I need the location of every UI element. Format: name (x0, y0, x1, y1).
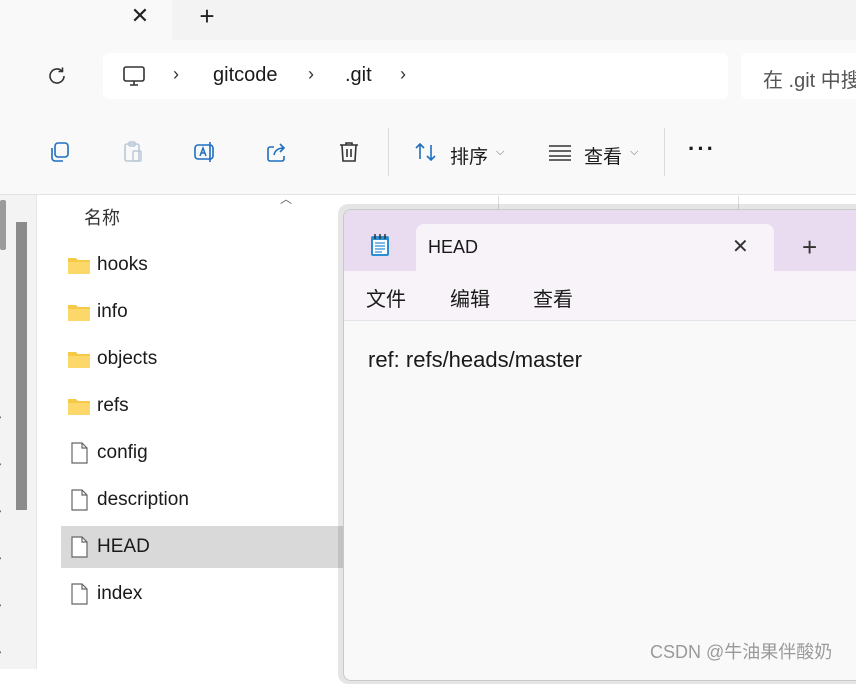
file-row[interactable]: index (61, 573, 351, 615)
sort-ascending-icon: ︿ (280, 192, 293, 206)
breadcrumb-chevron-icon[interactable]: › (173, 64, 179, 85)
notepad-window: HEAD ✕ + 文件 编辑 查看 ref: refs/heads/master (343, 209, 856, 681)
folder-icon (68, 305, 90, 321)
toolbar-divider (388, 128, 389, 176)
notepad-app-icon (371, 234, 389, 256)
rename-icon[interactable] (192, 139, 218, 165)
breadcrumb-git[interactable]: .git (345, 64, 372, 87)
notepad-text-area[interactable]: ref: refs/heads/master (368, 347, 582, 373)
view-button[interactable]: 查看 (584, 142, 622, 169)
paste-icon (124, 141, 142, 162)
column-header-name[interactable]: 名称 (84, 204, 120, 230)
nav-expand-icon[interactable]: › (0, 643, 2, 659)
nav-expand-icon[interactable]: › (0, 455, 2, 471)
breadcrumb-chevron-icon[interactable]: › (308, 64, 314, 85)
new-tab-icon[interactable]: + (194, 3, 220, 29)
folder-icon (68, 352, 90, 368)
address-bar[interactable] (103, 53, 728, 99)
file-name: config (97, 442, 148, 463)
content-scrollbar-thumb[interactable] (16, 222, 27, 510)
nav-expand-icon[interactable]: › (0, 408, 2, 424)
search-input[interactable]: 在 .git 中搜 (763, 64, 856, 93)
notepad-tab-title: HEAD (428, 237, 479, 257)
breadcrumb-chevron-icon[interactable]: › (400, 64, 406, 85)
file-name: HEAD (97, 536, 150, 557)
view-icon[interactable] (547, 139, 573, 165)
nav-expand-icon[interactable]: › (0, 502, 2, 518)
file-row[interactable]: objects (61, 338, 351, 380)
file-row[interactable]: info (61, 291, 351, 333)
menu-edit[interactable]: 编辑 (450, 283, 490, 312)
file-icon (71, 489, 88, 511)
folder-icon (68, 399, 90, 415)
file-icon (71, 583, 88, 605)
chevron-down-icon[interactable]: ⌵ (496, 146, 504, 159)
delete-icon[interactable] (336, 139, 362, 165)
notepad-menubar (344, 271, 856, 321)
file-row[interactable]: hooks (61, 244, 351, 286)
share-icon[interactable] (264, 139, 290, 165)
file-row[interactable]: refs (61, 385, 351, 427)
nav-scrollbar[interactable] (0, 200, 6, 250)
nav-expand-icon[interactable]: › (0, 549, 2, 565)
refresh-icon[interactable] (45, 64, 69, 88)
watermark: CSDN @牛油果伴酸奶 (650, 642, 833, 662)
nav-expand-icon[interactable]: › (0, 596, 2, 612)
file-name: description (97, 489, 189, 510)
file-row[interactable]: config (61, 432, 351, 474)
folder-icon (68, 258, 90, 274)
copy-icon[interactable] (47, 139, 73, 165)
file-name: objects (97, 348, 158, 369)
chevron-down-icon[interactable]: ⌵ (630, 146, 638, 159)
menu-file[interactable]: 文件 (366, 283, 406, 312)
sort-button[interactable]: 排序 (450, 142, 488, 169)
file-name: refs (97, 395, 129, 416)
file-name: info (97, 301, 128, 322)
file-name: index (97, 583, 143, 604)
notepad-new-tab-icon[interactable]: + (802, 234, 817, 260)
toolbar-divider (664, 128, 665, 176)
more-options-button[interactable]: ··· (688, 136, 716, 162)
menu-view[interactable]: 查看 (533, 283, 573, 312)
breadcrumb-gitcode[interactable]: gitcode (213, 64, 278, 87)
file-icon (71, 442, 88, 464)
notepad-tab-close-icon[interactable]: ✕ (732, 234, 749, 259)
file-name: hooks (97, 254, 148, 275)
tab-close-icon[interactable]: ✕ (128, 4, 152, 28)
pc-icon[interactable] (121, 63, 147, 89)
file-row[interactable]: HEAD (61, 526, 351, 568)
file-row[interactable]: description (61, 479, 351, 521)
sort-icon[interactable] (413, 139, 439, 165)
file-icon (71, 536, 88, 558)
